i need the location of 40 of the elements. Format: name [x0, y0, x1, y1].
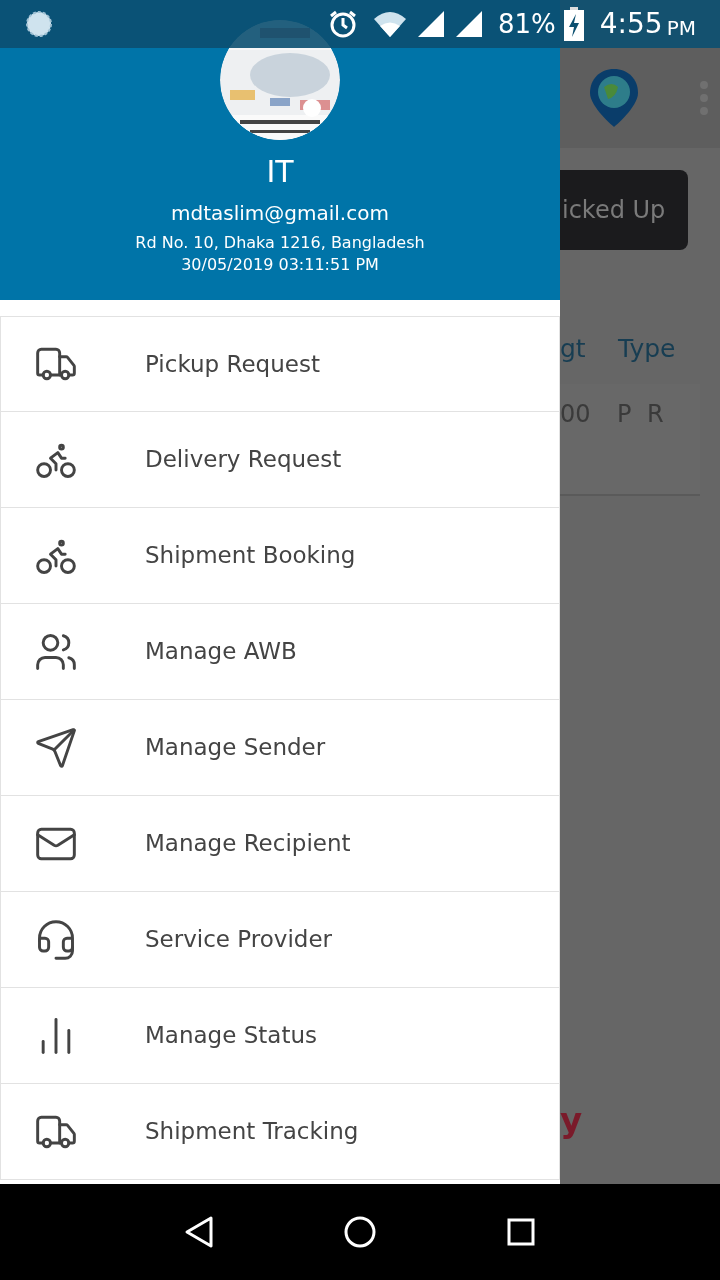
column-header: Type — [618, 333, 676, 365]
menu-item[interactable]: Manage AWB — [0, 604, 560, 700]
status-filter-button[interactable]: icked Up — [560, 170, 688, 250]
menu-label: Shipment Tracking — [145, 1117, 359, 1147]
user-address: Rd No. 10, Dhaka 1216, Bangladesh — [135, 232, 425, 254]
paper-plane-icon — [34, 725, 78, 770]
home-icon[interactable] — [343, 1215, 377, 1249]
login-timestamp: 30/05/2019 03:11:51 PM — [181, 254, 379, 276]
menu-item[interactable]: Shipment Tracking — [0, 1084, 560, 1180]
menu-label: Shipment Booking — [145, 541, 356, 571]
user-name: IT — [266, 153, 294, 191]
menu-label: Delivery Request — [145, 445, 342, 475]
menu-item[interactable]: Service Provider — [0, 892, 560, 988]
user-email: mdtaslim@gmail.com — [171, 200, 389, 227]
column-header: gt — [560, 333, 587, 365]
menu-item[interactable]: Delivery Request — [0, 412, 560, 508]
wifi-icon — [374, 11, 406, 37]
back-icon[interactable] — [184, 1215, 215, 1249]
recent-apps-icon[interactable] — [505, 1217, 536, 1247]
menu-item[interactable]: Manage Status — [0, 988, 560, 1084]
signal-icon — [456, 11, 482, 37]
globe-pin-icon — [588, 67, 640, 129]
signal-icon — [418, 11, 444, 37]
menu-item[interactable]: Manage Recipient — [0, 796, 560, 892]
menu-item[interactable]: Pickup Request — [0, 316, 560, 412]
menu-item[interactable]: Shipment Booking — [0, 508, 560, 604]
clock-time: 4:55 — [599, 6, 663, 42]
menu-label: Manage Recipient — [145, 829, 351, 859]
clock-meridiem: PM — [666, 15, 696, 42]
footer-text: y — [560, 1099, 584, 1140]
menu-item[interactable]: Manage Sender — [0, 700, 560, 796]
menu-label: Manage Status — [145, 1021, 317, 1051]
battery-charging-icon — [563, 7, 584, 41]
alarm-icon — [328, 9, 358, 39]
menu-label: Service Provider — [145, 925, 332, 955]
menu-label: Manage AWB — [145, 637, 297, 667]
menu-label: Pickup Request — [145, 349, 320, 379]
menu-label: Manage Sender — [145, 733, 326, 763]
battery-percent: 81% — [498, 7, 556, 41]
loading-icon — [24, 9, 54, 39]
